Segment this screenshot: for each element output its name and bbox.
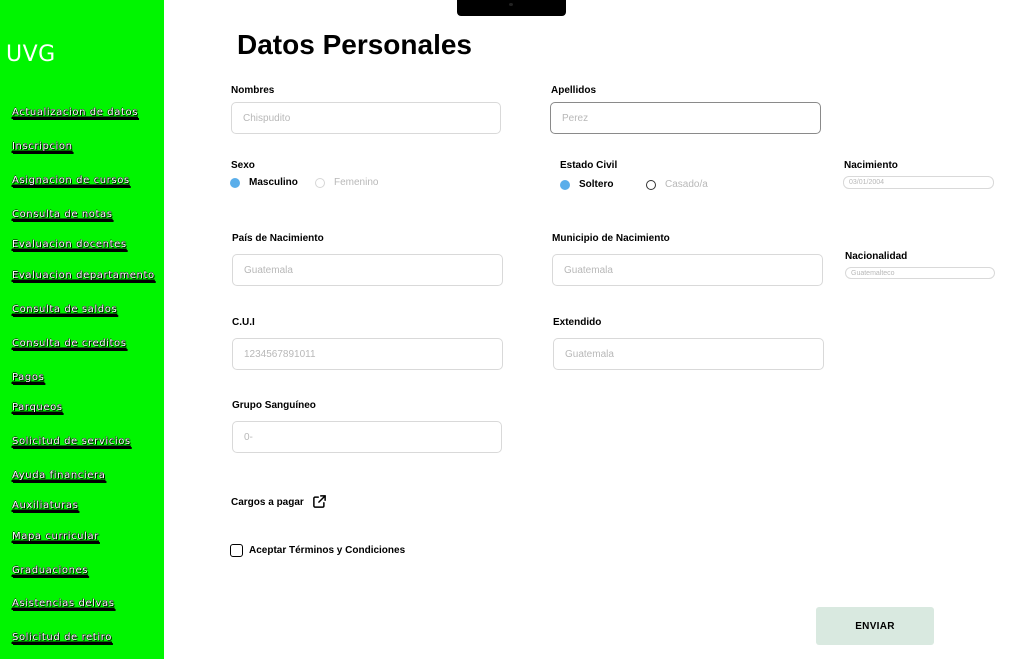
sidebar-item-consulta-de-notas[interactable]: Consulta de notas bbox=[12, 209, 113, 220]
sidebar-item-pagos[interactable]: Pagos bbox=[12, 372, 44, 383]
municipio-field[interactable]: Guatemala bbox=[552, 254, 823, 286]
sidebar-item-consulta-de-saldos[interactable]: Consulta de saldos bbox=[12, 304, 117, 315]
cui-field[interactable]: 1234567891011 bbox=[232, 338, 503, 370]
enviar-button[interactable]: ENVIAR bbox=[816, 607, 934, 645]
sexo-femenino-radio[interactable] bbox=[315, 178, 325, 188]
cargos-label: Cargos a pagar bbox=[231, 497, 304, 508]
extendido-field[interactable]: Guatemala bbox=[553, 338, 824, 370]
extendido-label: Extendido bbox=[553, 317, 602, 328]
estado-soltero-label: Soltero bbox=[579, 179, 614, 190]
terminos-label: Aceptar Términos y Condiciones bbox=[249, 545, 406, 556]
nombres-label: Nombres bbox=[231, 85, 275, 96]
external-link-icon[interactable] bbox=[312, 494, 327, 509]
nacimiento-field[interactable]: 03/01/2004 bbox=[843, 176, 994, 189]
brand-logo: UVG bbox=[6, 42, 56, 67]
nacimiento-label: Nacimiento bbox=[844, 160, 898, 171]
sidebar-item-mapa-curricular[interactable]: Mapa curricular bbox=[12, 531, 99, 542]
sidebar-item-consulta-de-creditos[interactable]: Consulta de creditos bbox=[12, 338, 127, 349]
estado-civil-label: Estado Civil bbox=[560, 160, 618, 171]
sidebar-item-parqueos[interactable]: Parqueos bbox=[12, 402, 63, 413]
sidebar-item-asignacion-de-cursos[interactable]: Asignacion de cursos bbox=[12, 175, 130, 186]
sidebar-item-auxiliaturas[interactable]: Auxiliaturas bbox=[12, 500, 78, 511]
estado-casado-label: Casado/a bbox=[665, 179, 708, 190]
pais-label: País de Nacimiento bbox=[232, 233, 324, 244]
sexo-label: Sexo bbox=[231, 160, 255, 171]
terminos-checkbox[interactable] bbox=[230, 544, 243, 557]
estado-casado-radio[interactable] bbox=[646, 180, 656, 190]
nombres-field[interactable]: Chispudito bbox=[231, 102, 501, 134]
sidebar-item-asistencias-delvas[interactable]: Asistencias delvas bbox=[12, 598, 115, 609]
apellidos-field[interactable]: Perez bbox=[550, 102, 821, 134]
grupo-sanguineo-field[interactable]: 0- bbox=[232, 421, 502, 453]
nacionalidad-field[interactable]: Guatemalteco bbox=[845, 267, 995, 279]
sidebar-item-evaluacion-departamento[interactable]: Evaluacion departamento bbox=[12, 270, 155, 281]
sidebar-item-evaluacion-docentes[interactable]: Evaluacion docentes bbox=[12, 239, 127, 250]
camera-dot bbox=[509, 3, 513, 6]
nacionalidad-label: Nacionalidad bbox=[845, 251, 908, 262]
pais-field[interactable]: Guatemala bbox=[232, 254, 503, 286]
cui-label: C.U.I bbox=[232, 317, 255, 328]
sidebar-item-actualizacion-de-datos[interactable]: Actualizacion de datos bbox=[12, 107, 138, 118]
sidebar: UVG Actualizacion de datos Inscripcion A… bbox=[0, 0, 164, 659]
apellidos-label: Apellidos bbox=[551, 85, 597, 96]
sidebar-item-graduaciones[interactable]: Graduaciones bbox=[12, 565, 88, 576]
sidebar-item-inscripcion[interactable]: Inscripcion bbox=[12, 141, 73, 152]
sexo-masculino-label: Masculino bbox=[249, 177, 298, 188]
sexo-femenino-label: Femenino bbox=[334, 177, 379, 188]
sexo-masculino-radio[interactable] bbox=[230, 178, 240, 188]
page-title: Datos Personales bbox=[237, 29, 472, 60]
sidebar-item-solicitud-de-servicios[interactable]: Solicitud de servicios bbox=[12, 436, 131, 447]
camera-notch bbox=[457, 0, 566, 16]
sidebar-item-solicitud-de-retiro[interactable]: Solicitud de retiro bbox=[12, 632, 112, 643]
municipio-label: Municipio de Nacimiento bbox=[552, 233, 670, 244]
grupo-sanguineo-label: Grupo Sanguíneo bbox=[232, 400, 316, 411]
estado-soltero-radio[interactable] bbox=[560, 180, 570, 190]
sidebar-item-ayuda-financiera[interactable]: Ayuda financiera bbox=[12, 470, 105, 481]
